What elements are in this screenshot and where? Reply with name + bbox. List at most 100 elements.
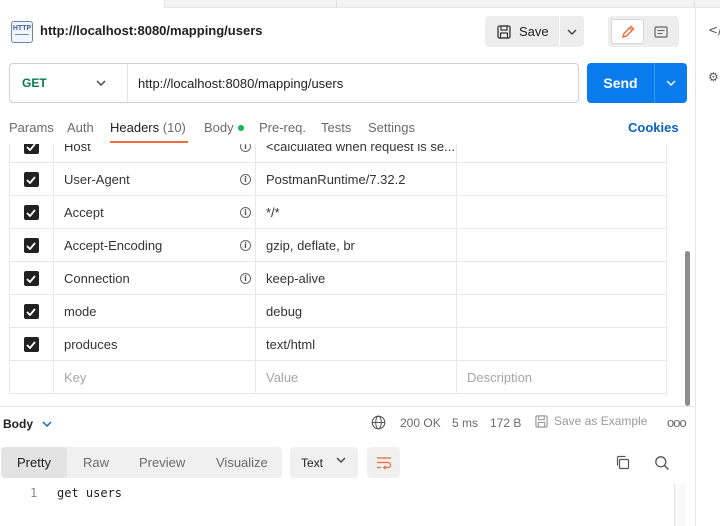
info-icon[interactable]: i bbox=[240, 207, 251, 218]
header-description[interactable] bbox=[457, 196, 667, 229]
save-button[interactable]: Save bbox=[485, 16, 559, 47]
header-value[interactable]: keep-alive bbox=[256, 262, 457, 295]
response-section-label: Body bbox=[3, 417, 33, 431]
response-code-editor[interactable]: 1 get users bbox=[0, 484, 695, 526]
checkbox[interactable] bbox=[23, 271, 39, 286]
format-select[interactable]: Text bbox=[290, 447, 358, 478]
header-description[interactable] bbox=[457, 328, 667, 361]
response-body-toggle[interactable]: Body bbox=[3, 417, 52, 431]
tab-separator bbox=[694, 0, 695, 8]
new-key-input[interactable]: Key bbox=[54, 361, 256, 394]
save-as-example-button[interactable]: Save as Example bbox=[535, 414, 647, 428]
code-scrollbar[interactable] bbox=[674, 484, 686, 526]
header-value[interactable]: gzip, deflate, br bbox=[256, 229, 457, 262]
header-description[interactable] bbox=[457, 295, 667, 328]
response-status[interactable]: 200 OK bbox=[400, 416, 441, 430]
tab-strip bbox=[0, 0, 720, 8]
table-row: Connection i keep-alive bbox=[9, 262, 667, 295]
tab-pretty[interactable]: Pretty bbox=[1, 447, 67, 478]
request-header: HTTP http://localhost:8080/mapping/users… bbox=[0, 8, 695, 58]
info-icon[interactable]: i bbox=[240, 273, 251, 284]
table-row: Host i <calculated when request is se... bbox=[9, 144, 667, 163]
header-value[interactable]: debug bbox=[256, 295, 457, 328]
send-options-button[interactable] bbox=[655, 63, 687, 103]
tab-headers[interactable]: Headers (10) bbox=[110, 120, 186, 135]
header-description[interactable] bbox=[457, 229, 667, 262]
info-icon[interactable]: i bbox=[240, 174, 251, 185]
row-checkbox-cell bbox=[9, 361, 54, 394]
tab-body[interactable]: Body bbox=[204, 120, 244, 135]
tab-params[interactable]: Params bbox=[9, 120, 54, 135]
header-description[interactable] bbox=[457, 262, 667, 295]
chevron-down-icon bbox=[666, 80, 676, 86]
tab-pre-request[interactable]: Pre-req. bbox=[259, 120, 306, 135]
row-checkbox-cell[interactable] bbox=[9, 295, 54, 328]
globe-icon[interactable] bbox=[371, 415, 386, 430]
wrap-lines-button[interactable] bbox=[367, 447, 400, 478]
new-header-row: Key Value Description bbox=[9, 361, 667, 394]
active-request-tab[interactable] bbox=[0, 0, 165, 8]
tab-headers-label: Headers bbox=[110, 120, 160, 135]
documentation-mode-button[interactable] bbox=[646, 19, 676, 44]
more-options-icon[interactable]: ooo bbox=[667, 415, 687, 430]
header-value[interactable]: text/html bbox=[256, 328, 457, 361]
request-title[interactable]: http://localhost:8080/mapping/users bbox=[40, 23, 263, 38]
row-checkbox-cell[interactable] bbox=[9, 144, 54, 163]
header-value[interactable]: PostmanRuntime/7.32.2 bbox=[256, 163, 457, 196]
checkbox[interactable] bbox=[23, 172, 39, 187]
code-snippet-icon[interactable]: </ bbox=[708, 23, 720, 37]
tab-separator bbox=[336, 0, 337, 8]
method-select[interactable]: GET bbox=[10, 64, 128, 102]
row-checkbox-cell[interactable] bbox=[9, 196, 54, 229]
header-key[interactable]: mode bbox=[54, 295, 256, 328]
header-key-text: Host bbox=[64, 144, 91, 154]
response-time[interactable]: 5 ms bbox=[452, 416, 478, 430]
row-checkbox-cell[interactable] bbox=[9, 229, 54, 262]
active-tab-indicator bbox=[110, 141, 188, 143]
checkmark-icon bbox=[26, 241, 36, 250]
wrap-lines-icon bbox=[376, 456, 391, 470]
info-settings-icon[interactable]: ⚙ bbox=[708, 70, 719, 84]
header-value[interactable]: */* bbox=[256, 196, 457, 229]
row-checkbox-cell[interactable] bbox=[9, 328, 54, 361]
scrollbar-thumb[interactable] bbox=[685, 251, 690, 406]
header-value[interactable]: <calculated when request is se... bbox=[256, 144, 457, 163]
checkmark-icon bbox=[26, 144, 36, 151]
checkbox[interactable] bbox=[23, 205, 39, 220]
checkbox[interactable] bbox=[23, 304, 39, 319]
response-size[interactable]: 172 B bbox=[490, 416, 521, 430]
new-description-input[interactable]: Description bbox=[457, 361, 667, 394]
save-options-button[interactable] bbox=[560, 16, 584, 47]
edit-mode-button[interactable] bbox=[611, 19, 644, 44]
checkbox[interactable] bbox=[23, 144, 39, 154]
tab-auth[interactable]: Auth bbox=[67, 120, 94, 135]
tab-preview[interactable]: Preview bbox=[139, 447, 185, 478]
header-key[interactable]: produces bbox=[54, 328, 256, 361]
send-button[interactable]: Send bbox=[587, 63, 654, 103]
header-key[interactable]: Host i bbox=[54, 144, 256, 163]
save-label: Save bbox=[519, 24, 549, 39]
header-description[interactable] bbox=[457, 163, 667, 196]
header-key[interactable]: Accept i bbox=[54, 196, 256, 229]
header-key[interactable]: User-Agent i bbox=[54, 163, 256, 196]
cookies-link[interactable]: Cookies bbox=[628, 120, 679, 135]
header-key[interactable]: Accept-Encoding i bbox=[54, 229, 256, 262]
checkmark-icon bbox=[26, 175, 36, 184]
header-key[interactable]: Connection i bbox=[54, 262, 256, 295]
search-icon[interactable] bbox=[654, 455, 670, 471]
tab-raw[interactable]: Raw bbox=[83, 447, 109, 478]
row-checkbox-cell[interactable] bbox=[9, 262, 54, 295]
copy-icon[interactable] bbox=[615, 455, 630, 470]
row-checkbox-cell[interactable] bbox=[9, 163, 54, 196]
tab-settings[interactable]: Settings bbox=[368, 120, 415, 135]
new-value-input[interactable]: Value bbox=[256, 361, 457, 394]
checkbox[interactable] bbox=[23, 238, 39, 253]
send-button-group: Send bbox=[587, 63, 687, 103]
checkbox[interactable] bbox=[23, 337, 39, 352]
url-input[interactable] bbox=[138, 73, 568, 93]
info-icon[interactable]: i bbox=[240, 240, 251, 251]
tab-tests[interactable]: Tests bbox=[321, 120, 351, 135]
tab-visualize[interactable]: Visualize bbox=[216, 447, 268, 478]
info-icon[interactable]: i bbox=[240, 144, 251, 152]
header-description[interactable] bbox=[457, 144, 667, 163]
